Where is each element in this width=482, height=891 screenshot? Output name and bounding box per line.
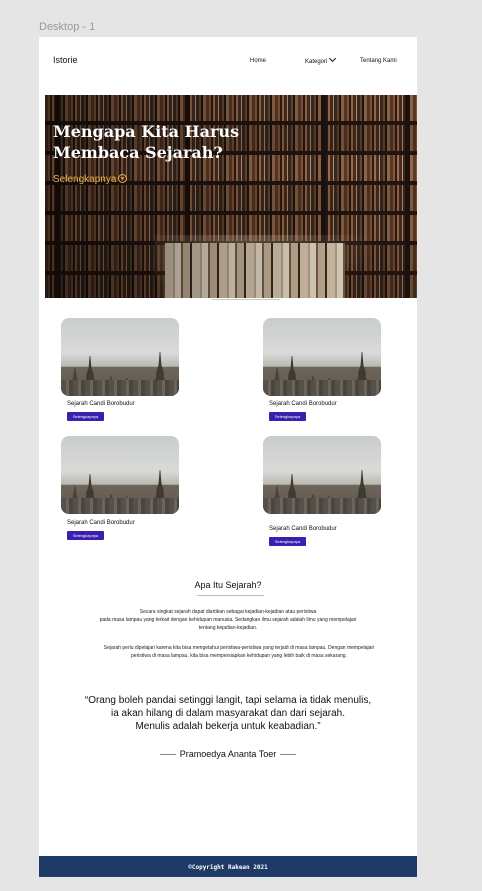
paragraph-line: Sejarah perlu dipelajari karena kita bis… bbox=[103, 645, 375, 651]
nav-kategori-label: Kategori bbox=[305, 59, 328, 65]
nav-kategori-dropdown[interactable]: Kategori bbox=[305, 54, 337, 65]
card-read-more-button[interactable]: Selengkapnya bbox=[67, 531, 104, 540]
hero-banner: Mengapa Kita Harus Membaca Sejarah? Sele… bbox=[45, 95, 417, 298]
nav-about-label: Tentang Kami bbox=[360, 58, 397, 64]
chevron-down-icon bbox=[329, 54, 337, 63]
nav-home-label: Home bbox=[250, 58, 267, 64]
navbar: Istorie Home Kategori Tentang Kami bbox=[39, 37, 417, 87]
site-logo[interactable]: Istorie bbox=[53, 55, 78, 65]
frame-label: Desktop - 1 bbox=[39, 21, 96, 33]
card-title: Sejarah Candi Borobudur bbox=[269, 526, 337, 532]
paragraph-line: pada masa lampau yang terkait dengan keh… bbox=[99, 617, 357, 623]
card-read-more-button[interactable]: Selengkapnya bbox=[67, 412, 104, 421]
footer: ©Copyright Rakean 2021 bbox=[39, 856, 417, 877]
hero-title: Mengapa Kita Harus Membaca Sejarah? bbox=[53, 122, 240, 162]
card-read-more-button[interactable]: Selengkapnya bbox=[269, 412, 306, 421]
about-paragraph-2: Sejarah perlu dipelajari karena kita bis… bbox=[61, 644, 417, 660]
dash-line bbox=[280, 754, 297, 756]
divider bbox=[212, 299, 280, 300]
nav-about-link[interactable]: Tentang Kami bbox=[360, 58, 397, 64]
nav-home-link[interactable]: Home bbox=[250, 58, 266, 64]
author-name: Pramoedya Ananta Toer bbox=[179, 749, 277, 759]
hero-read-more-link[interactable]: Selengkapnya bbox=[53, 173, 128, 185]
borobudur-image bbox=[263, 436, 381, 514]
paragraph-line: tentang kejadian-kejadian. bbox=[198, 625, 258, 631]
quote-block: “Orang boleh pandai setinggi langit, tap… bbox=[39, 694, 417, 733]
card-title: Sejarah Candi Borobudur bbox=[269, 401, 337, 407]
card-title: Sejarah Candi Borobudur bbox=[67, 520, 135, 526]
page-frame: Istorie Home Kategori Tentang Kami Menga… bbox=[39, 37, 417, 877]
dash-line bbox=[159, 754, 176, 756]
quote-line: “Orang boleh pandai setinggi langit, tap… bbox=[84, 695, 372, 706]
chevron-circle-icon bbox=[118, 174, 128, 183]
borobudur-image bbox=[61, 318, 179, 396]
borobudur-image bbox=[61, 436, 179, 514]
hero-link-label: Selengkapnya bbox=[53, 174, 117, 185]
section-title: Apa Itu Sejarah? bbox=[194, 580, 262, 590]
borobudur-image bbox=[263, 318, 381, 396]
quote-line: ia akan hilang di dalam masyarakat dan d… bbox=[110, 708, 346, 719]
paragraph-line: Secara singkat sejarah dapat diartikan s… bbox=[139, 609, 317, 615]
paragraph-line: peristiwa di masa lampau, kita bisa memp… bbox=[131, 653, 347, 659]
quote-author: Pramoedya Ananta Toer bbox=[39, 749, 417, 759]
divider bbox=[197, 595, 264, 596]
footer-copyright: ©Copyright Rakean 2021 bbox=[188, 864, 268, 871]
card-read-more-button[interactable]: Selengkapnya bbox=[269, 537, 306, 546]
card-title: Sejarah Candi Borobudur bbox=[67, 401, 135, 407]
about-paragraph-1: Secara singkat sejarah dapat diartikan s… bbox=[39, 608, 417, 632]
quote-line: Menulis adalah bekerja untuk keabadian.” bbox=[135, 721, 321, 732]
